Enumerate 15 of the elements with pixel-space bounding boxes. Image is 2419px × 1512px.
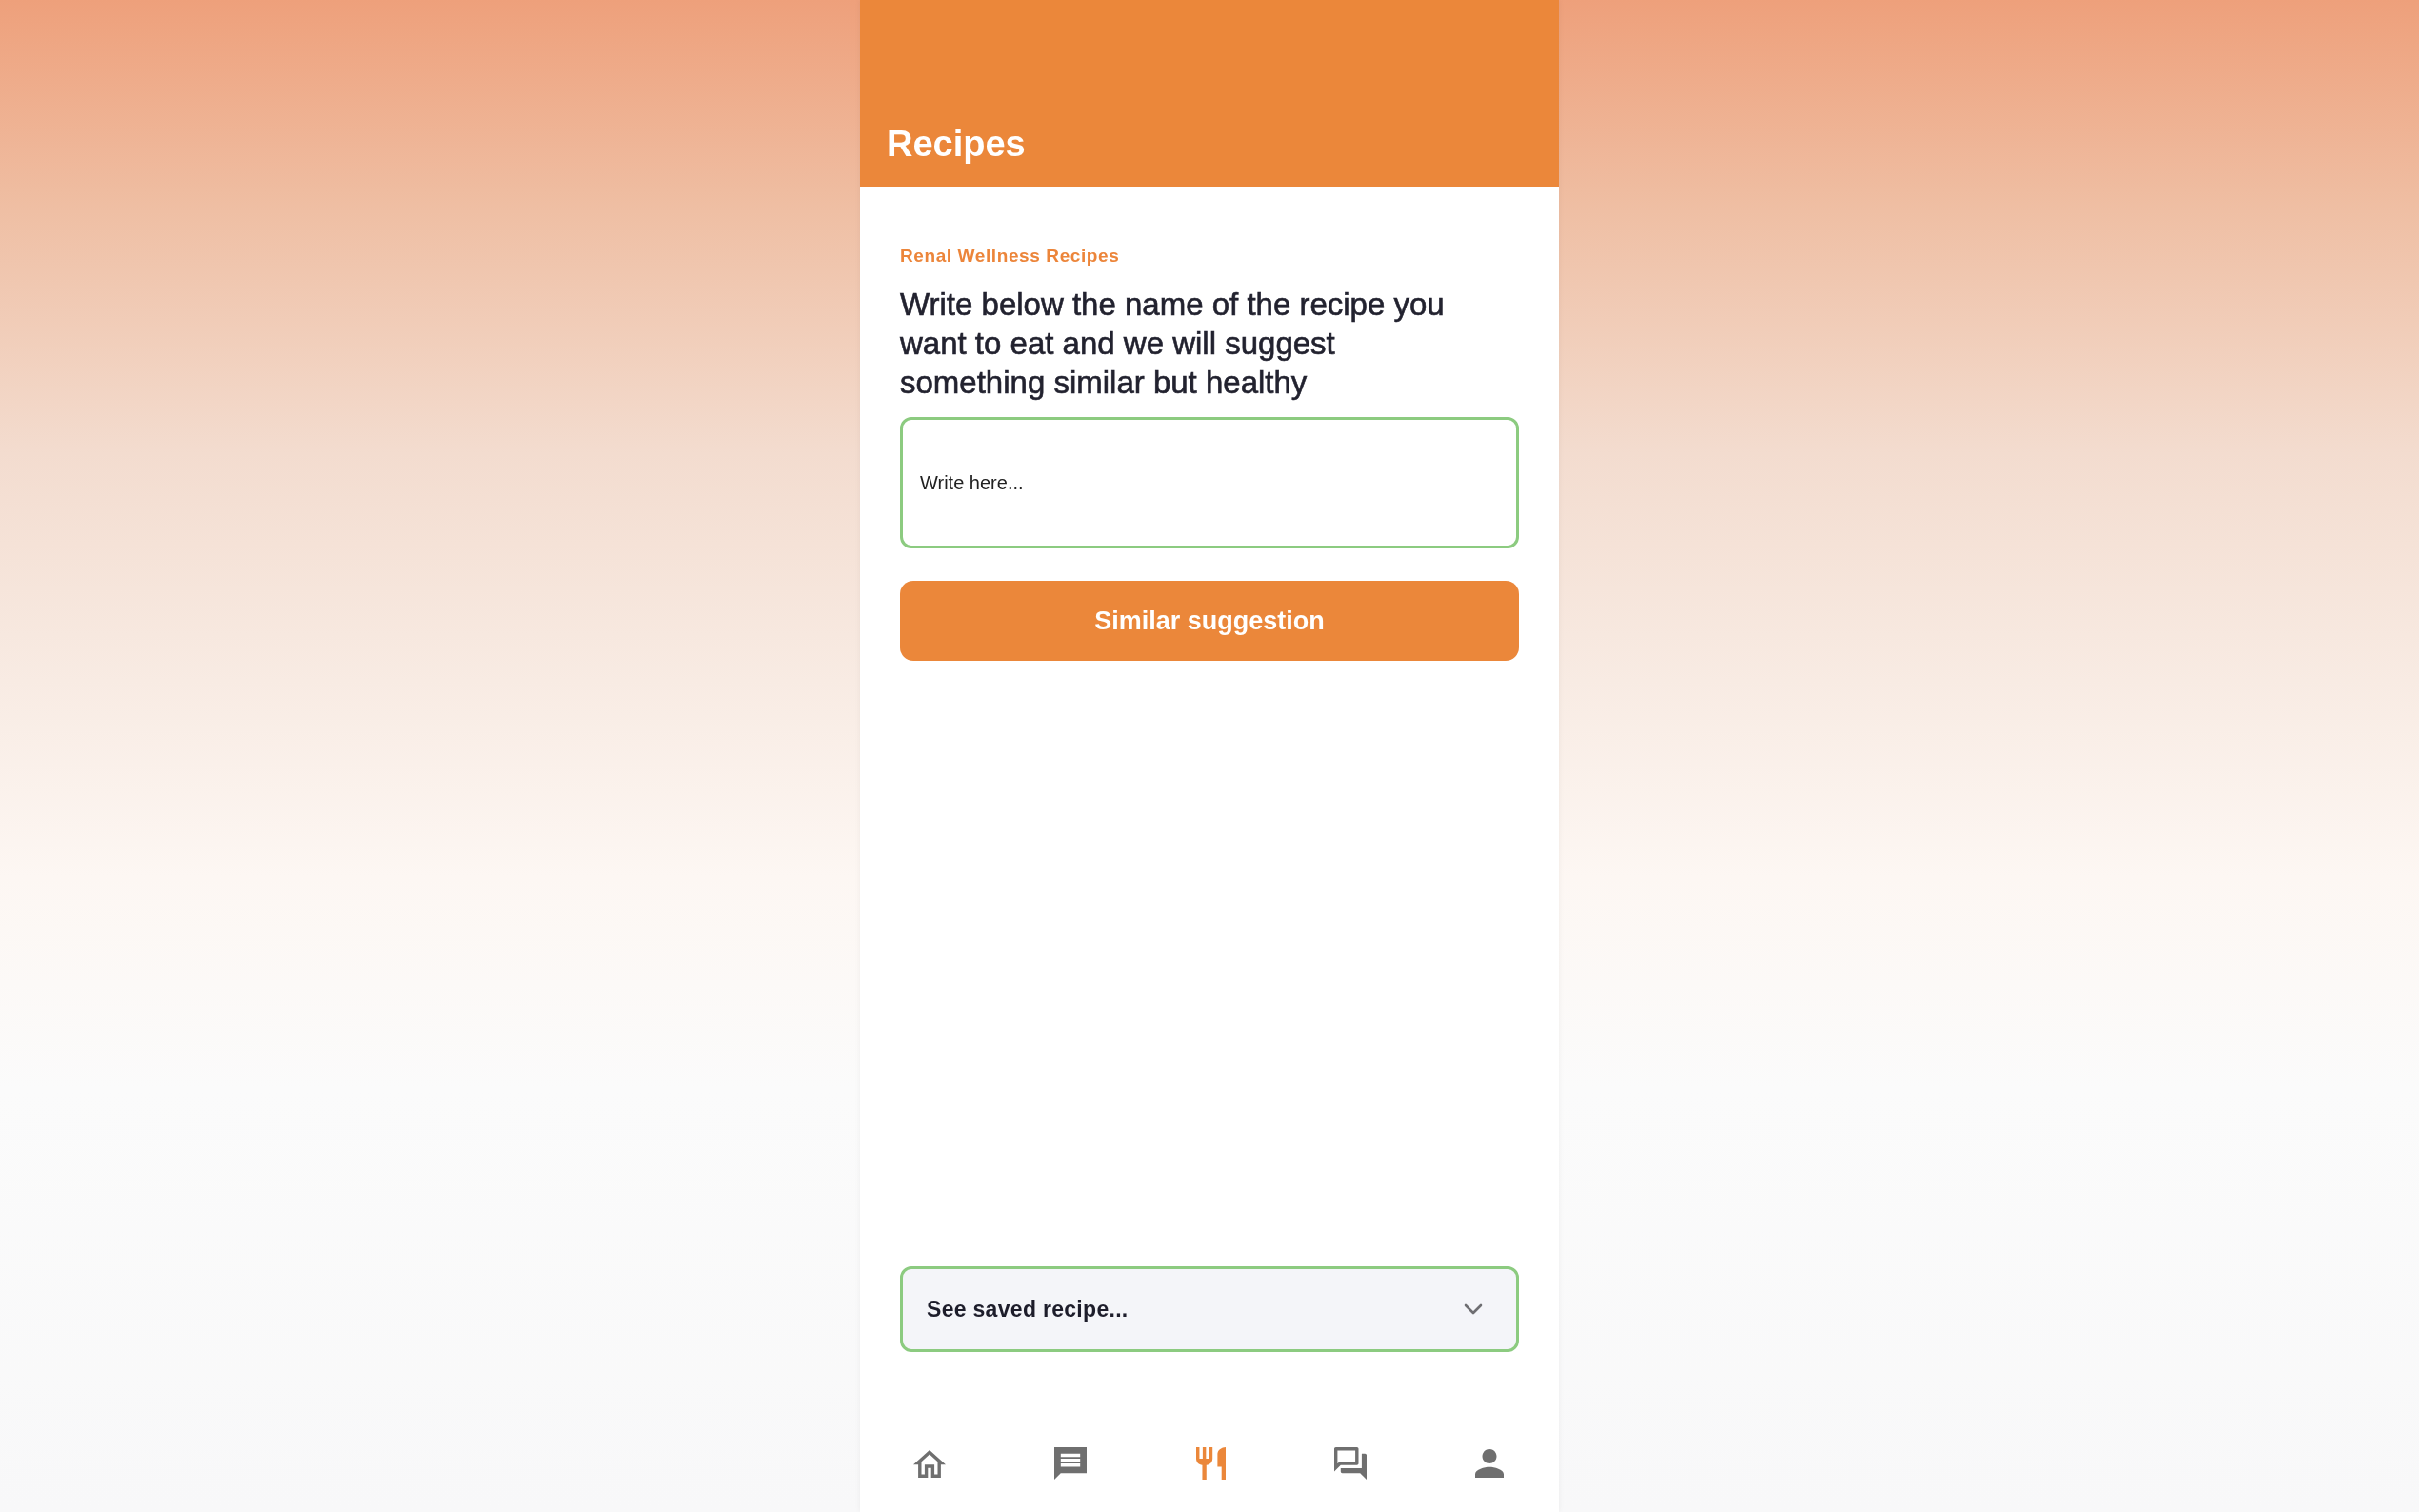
- section-label: Renal Wellness Recipes: [900, 245, 1120, 268]
- chat-bubbles-icon: [1333, 1447, 1367, 1480]
- nav-tab[interactable]: [1054, 1447, 1088, 1480]
- nav-tab[interactable]: [1195, 1447, 1226, 1480]
- saved-recipe-dropdown[interactable]: See saved recipe...: [900, 1266, 1519, 1352]
- home-icon: [913, 1449, 946, 1478]
- nav-tab[interactable]: [1333, 1447, 1367, 1480]
- page-title: Recipes: [887, 123, 1026, 166]
- fork-knife-icon: [1195, 1447, 1226, 1480]
- nav-tab[interactable]: [1475, 1449, 1504, 1478]
- chat-bubble-icon: [1054, 1447, 1088, 1480]
- person-icon: [1475, 1449, 1504, 1478]
- instruction-heading: Write below the name of the recipe you want to eat and we will suggest something similar but healthy: [900, 286, 1446, 402]
- nav-tab[interactable]: [913, 1449, 946, 1478]
- recipe-name-input-field[interactable]: Write here...: [900, 417, 1519, 548]
